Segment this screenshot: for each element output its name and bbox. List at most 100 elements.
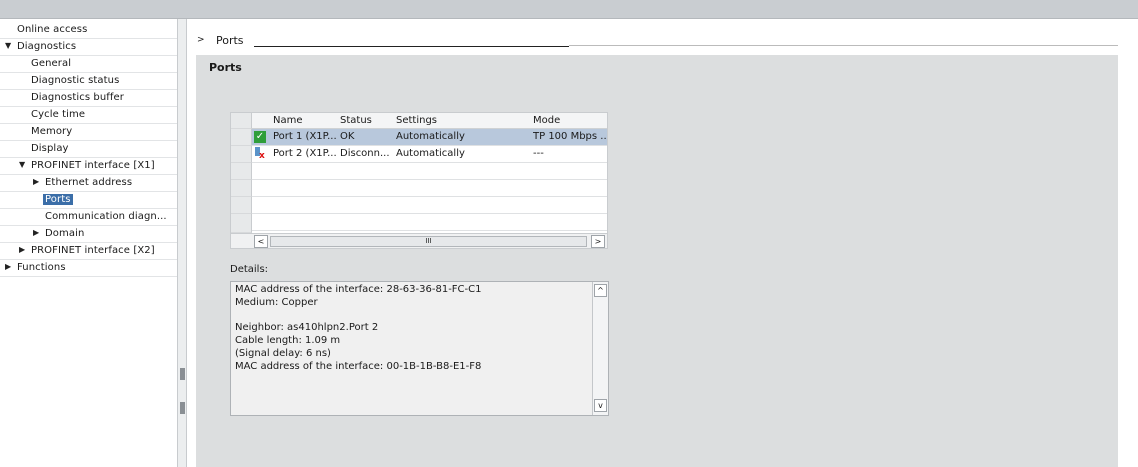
tree-item-label: Diagnostic status — [31, 75, 119, 86]
tree-item-label: Ports — [43, 194, 73, 205]
tree-item-text: Display — [31, 143, 69, 154]
expand-right-handle[interactable] — [180, 402, 185, 414]
tree-item-text: Cycle time — [31, 109, 86, 120]
collapsed-arrow-icon[interactable]: ▶ — [5, 262, 11, 271]
table-row[interactable]: x Port 2 (X1P... Disconn... Automaticall… — [231, 146, 607, 163]
tree-item-label: Domain — [45, 228, 84, 239]
tree-item-label: Online access — [17, 24, 87, 35]
collapsed-arrow-icon[interactable]: ▶ — [33, 228, 39, 237]
row-header[interactable] — [231, 146, 252, 163]
tree-item-profinet-interface-x1[interactable]: ▼ PROFINET interface [X1] — [0, 158, 177, 175]
cell-name: Port 1 (X1P... — [273, 131, 337, 142]
scroll-down-button[interactable]: v — [594, 399, 607, 412]
scroll-left-button[interactable]: < — [254, 235, 268, 248]
tree-item-label: Cycle time — [31, 109, 85, 120]
row-header — [231, 197, 252, 214]
tree-item-communication-diagn[interactable]: Communication diagn... — [0, 209, 177, 226]
collapsed-arrow-icon[interactable]: ▶ — [19, 245, 25, 254]
tree-item-display[interactable]: Display — [0, 141, 177, 158]
tree-item-functions[interactable]: ▶ Functions — [0, 260, 177, 277]
table-corner — [231, 113, 252, 129]
tree-item-label: Communication diagn... — [45, 211, 167, 222]
details-line: MAC address of the interface: 28-63-36-8… — [235, 284, 482, 295]
breadcrumb-divider — [569, 45, 1118, 46]
column-header-settings[interactable]: Settings — [396, 115, 437, 126]
navigation-tree: Online access ▼ Diagnostics General Diagnost… — [0, 19, 177, 467]
tree-item-online-access[interactable]: Online access — [0, 22, 177, 39]
tree-item-text: Functions — [17, 262, 66, 273]
scroll-thumb[interactable]: III — [270, 236, 587, 247]
cell-settings: Automatically — [396, 148, 465, 159]
table-row-empty — [231, 180, 607, 197]
details-line: Cable length: 1.09 m — [235, 335, 341, 346]
tree-item-text: Memory — [31, 126, 73, 137]
tree-item-text: General — [31, 58, 72, 69]
row-header[interactable] — [231, 129, 252, 146]
column-header-name[interactable]: Name — [273, 115, 303, 126]
ports-table: Name Status Settings Mode ✓ Port 1 (X1P.… — [230, 112, 608, 249]
tree-item-ports[interactable]: Ports — [0, 192, 177, 209]
tree-item-label: Diagnostics buffer — [31, 92, 124, 103]
tree-item-text: PROFINET interface [X1] — [31, 160, 155, 171]
table-row-empty — [231, 214, 607, 233]
tree-item-profinet-interface-x2[interactable]: ▶ PROFINET interface [X2] — [0, 243, 177, 260]
tree-item-label: Functions — [17, 262, 66, 273]
breadcrumb: Ports — [216, 34, 244, 47]
tree-item-label: General — [31, 58, 71, 69]
scroll-right-button[interactable]: > — [591, 235, 605, 248]
port-disconnected-icon: x — [254, 147, 266, 161]
tree-item-ethernet-address[interactable]: ▶ Ethernet address — [0, 175, 177, 192]
vertical-scrollbar[interactable]: ^ v — [592, 282, 608, 415]
content-pane: > Ports Ports Name Status Settings Mode … — [187, 19, 1138, 467]
tree-item-text: Domain — [45, 228, 85, 239]
panel-title: Ports — [209, 61, 242, 74]
port-ok-icon: ✓ — [254, 131, 266, 143]
cell-mode: TP 100 Mbps ... — [533, 131, 607, 142]
cell-mode: --- — [533, 148, 544, 159]
column-header-status[interactable]: Status — [340, 115, 372, 126]
details-line: (Signal delay: 6 ns) — [235, 348, 331, 359]
expanded-arrow-icon[interactable]: ▼ — [5, 41, 11, 50]
row-header — [231, 214, 252, 233]
ports-panel: Ports Name Status Settings Mode ✓ Port 1… — [196, 55, 1118, 467]
tree-item-text: Diagnostic status — [31, 75, 120, 86]
tree-item-label: Display — [31, 143, 69, 154]
tree-item-general[interactable]: General — [0, 56, 177, 73]
breadcrumb-arrow-icon: > — [197, 35, 205, 45]
table-row[interactable]: ✓ Port 1 (X1P... OK Automatically TP 100… — [231, 129, 607, 146]
tree-item-label: Diagnostics — [17, 41, 76, 52]
tree-item-text: Diagnostics buffer — [31, 92, 124, 103]
tree-item-text: Communication diagn... — [45, 211, 167, 222]
pane-splitter[interactable] — [177, 19, 187, 467]
tree-item-text: Online access — [17, 24, 88, 35]
tree-item-label: PROFINET interface [X1] — [31, 160, 155, 171]
table-row-empty — [231, 163, 607, 180]
details-line: Neighbor: as410hlpn2.Port 2 — [235, 322, 379, 333]
tree-item-diagnostics[interactable]: ▼ Diagnostics — [0, 39, 177, 56]
tree-item-diagnostic-status[interactable]: Diagnostic status — [0, 73, 177, 90]
cell-settings: Automatically — [396, 131, 465, 142]
tree-item-cycle-time[interactable]: Cycle time — [0, 107, 177, 124]
cell-name: Port 2 (X1P... — [273, 148, 337, 159]
cell-status: OK — [340, 131, 355, 142]
top-toolbar — [0, 0, 1138, 19]
scroll-up-button[interactable]: ^ — [594, 284, 607, 297]
tree-item-text: Ports — [43, 194, 73, 205]
row-header — [231, 180, 252, 197]
tree-item-memory[interactable]: Memory — [0, 124, 177, 141]
tree-item-diagnostics-buffer[interactable]: Diagnostics buffer — [0, 90, 177, 107]
tree-item-text: PROFINET interface [X2] — [31, 245, 155, 256]
column-header-mode[interactable]: Mode — [533, 115, 560, 126]
horizontal-scrollbar[interactable]: < III > — [231, 233, 607, 248]
breadcrumb-underline — [254, 46, 569, 47]
details-line: Medium: Copper — [235, 297, 318, 308]
details-textbox[interactable]: MAC address of the interface: 28-63-36-8… — [230, 281, 609, 416]
details-label: Details: — [230, 264, 269, 275]
tree-item-label: PROFINET interface [X2] — [31, 245, 155, 256]
tree-item-text: Ethernet address — [45, 177, 133, 188]
tree-item-domain[interactable]: ▶ Domain — [0, 226, 177, 243]
collapse-left-handle[interactable] — [180, 368, 185, 380]
expanded-arrow-icon[interactable]: ▼ — [19, 160, 25, 169]
collapsed-arrow-icon[interactable]: ▶ — [33, 177, 39, 186]
tree-item-text: Diagnostics — [17, 41, 77, 52]
